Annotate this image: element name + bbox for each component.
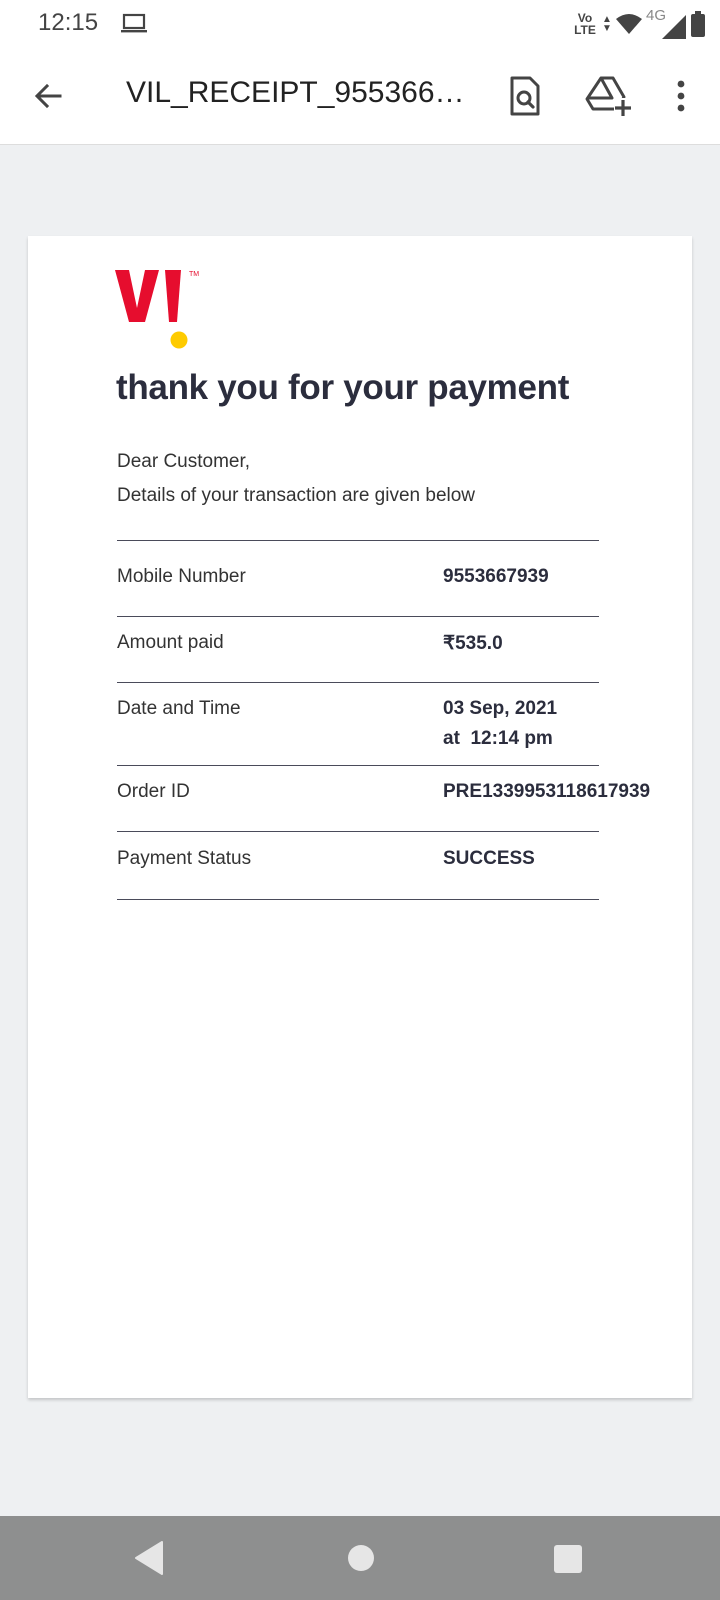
divider xyxy=(117,682,599,683)
divider xyxy=(117,831,599,832)
network-type-label: 4G xyxy=(646,7,686,39)
mobile-number-value: 9553667939 xyxy=(443,566,549,587)
app-bar: VIL_RECEIPT_9553667... xyxy=(0,48,720,145)
laptop-icon xyxy=(121,13,147,33)
battery-icon xyxy=(691,11,705,37)
mobile-number-label: Mobile Number xyxy=(117,566,246,587)
nav-home-icon[interactable] xyxy=(348,1545,374,1571)
data-arrows-icon: ▲ ▼ xyxy=(602,14,612,34)
document-title: VIL_RECEIPT_9553667... xyxy=(126,76,466,109)
time-value: at 12:14 pm xyxy=(443,728,553,749)
amount-paid-label: Amount paid xyxy=(117,632,224,653)
divider xyxy=(117,899,599,900)
date-time-label: Date and Time xyxy=(117,698,241,719)
cellular-signal-icon xyxy=(662,15,686,39)
receipt-page: TM thank you for your payment Dear Custo… xyxy=(28,236,692,1398)
intro-text: Details of your transaction are given be… xyxy=(117,485,476,506)
date-value: 03 Sep, 2021 xyxy=(443,698,558,719)
divider xyxy=(117,540,599,541)
payment-status-value: SUCCESS xyxy=(443,848,535,869)
status-bar: 12:15 Vo LTE ▲ ▼ 4G xyxy=(0,0,720,48)
greeting-text: Dear Customer, xyxy=(117,451,251,472)
wifi-icon xyxy=(616,14,642,34)
amount-paid-value: ₹535.0 xyxy=(443,633,503,654)
vi-logo: TM xyxy=(115,270,199,349)
more-vert-icon[interactable] xyxy=(664,74,698,118)
add-to-drive-icon[interactable] xyxy=(584,72,632,120)
order-id-value: PRE1339953118617939 xyxy=(443,781,651,802)
nav-back-icon[interactable] xyxy=(132,1538,172,1578)
back-arrow-icon[interactable] xyxy=(26,74,70,118)
order-id-label: Order ID xyxy=(117,781,190,802)
find-in-page-icon[interactable] xyxy=(502,74,546,118)
svg-text:TM: TM xyxy=(189,271,199,278)
system-nav-bar xyxy=(0,1516,720,1600)
divider xyxy=(117,765,599,766)
volte-icon: Vo LTE xyxy=(574,11,596,37)
divider xyxy=(117,616,599,617)
receipt-heading: thank you for your payment xyxy=(116,368,570,407)
status-time: 12:15 xyxy=(38,9,99,36)
payment-status-label: Payment Status xyxy=(117,848,252,869)
status-icons: Vo LTE ▲ ▼ 4G xyxy=(572,6,706,42)
nav-recents-icon[interactable] xyxy=(554,1545,582,1573)
